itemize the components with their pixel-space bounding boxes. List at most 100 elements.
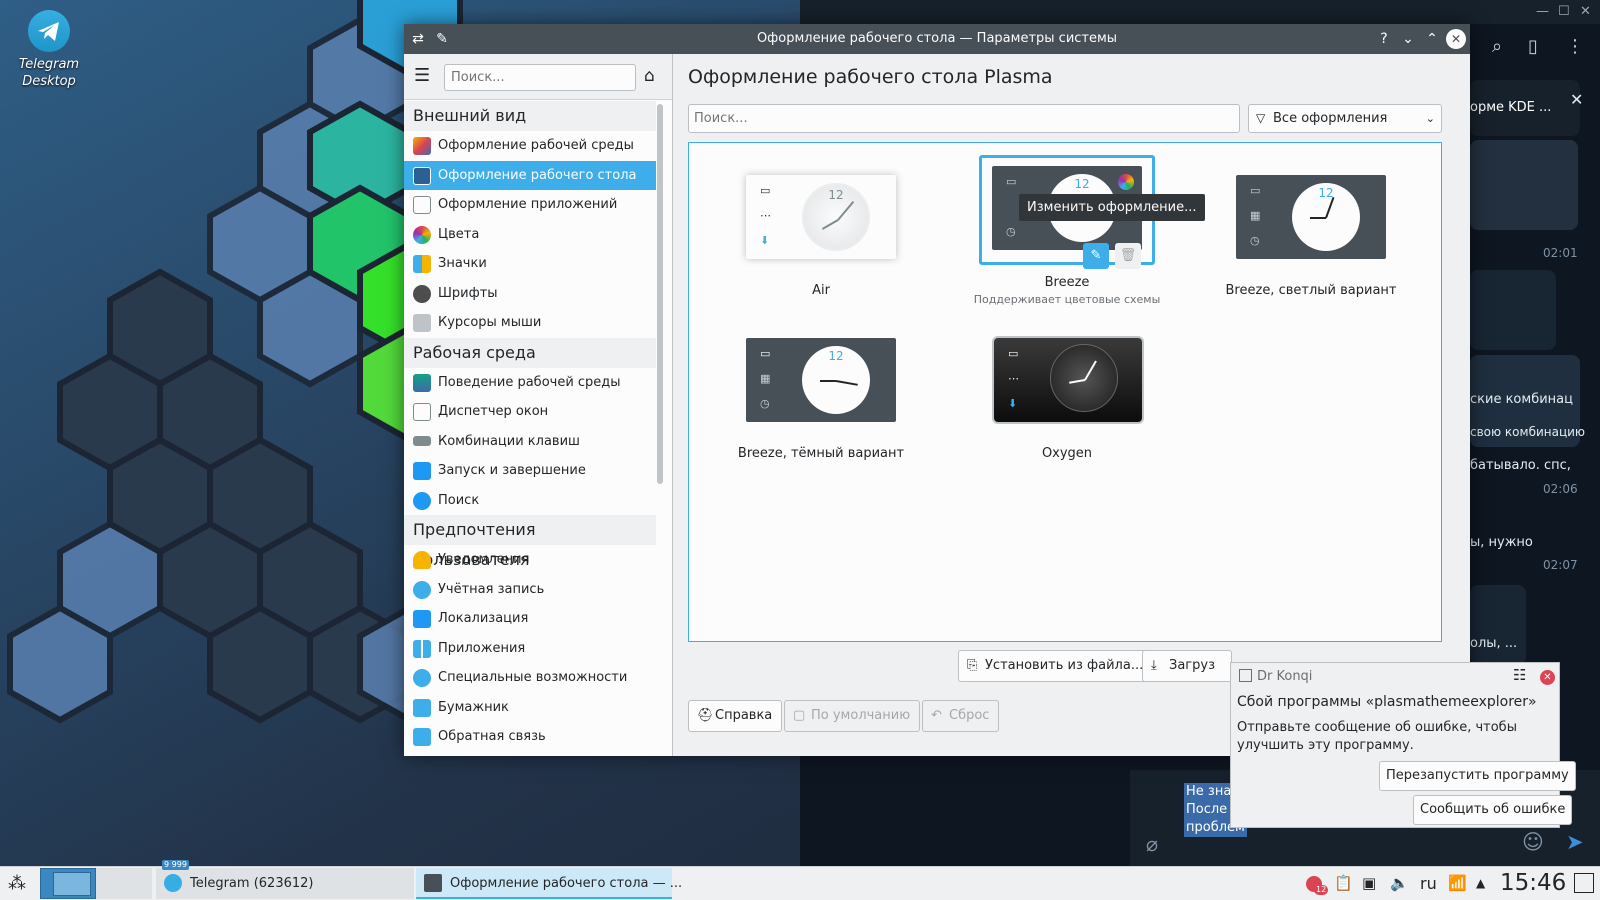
theme-item-air[interactable]: ▭ ⋯ ⬇ 12 Air	[701, 163, 941, 303]
monitor-icon: ▭	[1250, 184, 1261, 197]
hamburger-menu-icon[interactable]: ☰	[414, 67, 430, 85]
minimize-icon[interactable]: —	[1536, 4, 1549, 19]
task-label: Telegram (623612)	[190, 876, 314, 891]
theme-item-breeze[interactable]: ▭ ◷ 12 ✎ 🗑 Breeze Поддерживает цветовые …	[947, 163, 1187, 306]
pager-desktop-2[interactable]	[96, 868, 152, 899]
telegram-desktop-shortcut[interactable]: Telegram Desktop	[14, 10, 84, 90]
app-launcher-icon[interactable]: ⁂	[8, 873, 26, 894]
sidebar-search-input[interactable]	[444, 64, 636, 91]
sidebar-item-cursors[interactable]: Курсоры мыши	[404, 308, 656, 338]
search-icon[interactable]: ⌕	[1492, 36, 1502, 57]
icons-icon	[413, 255, 431, 273]
taskbar-clock[interactable]: 15:46	[1500, 870, 1566, 896]
restart-app-button[interactable]: Перезапустить программу	[1379, 761, 1576, 791]
sidebar-item-search[interactable]: Поиск	[404, 486, 656, 516]
defaults-button[interactable]: ▢ По умолчанию	[784, 700, 921, 732]
help-icon[interactable]: ?	[1374, 29, 1394, 49]
sidebar-item-desktop-theme[interactable]: Оформление рабочего стола	[404, 160, 656, 190]
sidebar-category-personalization: Предпочтения пользователя	[404, 515, 656, 569]
report-bug-button[interactable]: Сообщить об ошибке	[1413, 795, 1573, 825]
more-icon[interactable]: ⋮	[1566, 36, 1584, 57]
search-icon	[413, 491, 431, 510]
sidebar-item-apps[interactable]: Приложения	[404, 634, 656, 664]
volume-icon[interactable]: 🔈	[1390, 874, 1409, 892]
emoji-icon[interactable]: ☺	[1522, 830, 1544, 854]
theme-item-breeze-light[interactable]: ▭ ▦ ◷ 12 Breeze, светлый вариант	[1191, 163, 1431, 303]
task-system-settings[interactable]: Оформление рабочего стола — ...	[416, 868, 682, 899]
sidebar-category-appearance: Внешний вид	[404, 101, 656, 131]
sidebar-item-locale[interactable]: Локализация	[404, 604, 656, 634]
sidebar-item-shortcuts[interactable]: Комбинации клавиш	[404, 427, 656, 457]
task-telegram[interactable]: 9 999 Telegram (623612)	[156, 860, 414, 899]
accessibility-icon	[413, 669, 431, 687]
wifi-icon[interactable]: 📶	[1448, 874, 1467, 892]
theme-filter-dropdown[interactable]: ▽ Все оформления ⌄	[1248, 104, 1442, 133]
configure-icon[interactable]: ☷	[1513, 666, 1526, 684]
help-button[interactable]: ⛑ Справка	[688, 700, 783, 732]
window-titlebar[interactable]: ⇄ ✎ Оформление рабочего стола — Параметр…	[404, 24, 1470, 54]
install-from-file-button[interactable]: ⎘ Установить из файла...	[958, 650, 1154, 682]
app-icon	[1239, 669, 1252, 682]
sidebar-item-startup[interactable]: Запуск и завершение	[404, 456, 656, 486]
sidebar-item-app-style[interactable]: Оформление приложений	[404, 190, 656, 220]
sidebar-item-fonts[interactable]: Шрифты	[404, 279, 656, 309]
tray-expand-icon[interactable]: ▲	[1476, 876, 1485, 890]
monitor-icon: ▭	[1006, 175, 1017, 188]
theme-name: Air	[812, 283, 830, 298]
attach-icon[interactable]: ⌀	[1146, 832, 1158, 856]
theme-preview: ▭ ▦ ◷ 12	[1236, 175, 1386, 259]
maximize-icon[interactable]: ⌃	[1422, 29, 1442, 49]
virtual-desktop-pager[interactable]	[40, 868, 152, 899]
sidebar-item-user[interactable]: Учётная запись	[404, 575, 656, 605]
sidebar-item-label: Шрифты	[438, 285, 498, 301]
desktop-icon-label: Telegram Desktop	[18, 57, 80, 89]
sidebar-item-feedback[interactable]: Обратная связь	[404, 722, 656, 752]
theme-subtitle: Поддерживает цветовые схемы	[973, 293, 1161, 306]
edit-theme-button[interactable]: ✎	[1083, 243, 1109, 269]
sidebar-item-notifications[interactable]: Уведомления	[404, 545, 656, 575]
sidebar-toggle-icon[interactable]: ▯	[1528, 36, 1538, 57]
close-icon[interactable]: ✕	[1580, 4, 1591, 19]
clipboard-icon[interactable]: 📋	[1334, 874, 1353, 892]
chevron-down-icon: ⌄	[1425, 112, 1435, 125]
sidebar-scrollbar[interactable]	[657, 104, 663, 484]
minimize-icon[interactable]: ⌄	[1398, 29, 1418, 49]
theme-name: Breeze	[1044, 275, 1090, 290]
sidebar-item-workspace-behavior[interactable]: Поведение рабочей среды	[404, 368, 656, 398]
tray-notification-badge: 12	[1314, 885, 1329, 895]
settings-window-icon	[424, 874, 442, 892]
pager-desktop-1[interactable]	[40, 868, 96, 899]
screenshot-icon[interactable]: ▣	[1362, 874, 1376, 892]
history-icon: ◷	[1250, 234, 1260, 247]
pencil-icon: ✎	[1090, 248, 1102, 263]
sidebar-item-label: Курсоры мыши	[438, 315, 542, 330]
home-icon[interactable]: ⌂	[644, 66, 655, 86]
theme-preview: ▭ ⋯ ⬇	[992, 336, 1144, 424]
sidebar-item-workspace-theme[interactable]: Оформление рабочей среды	[404, 131, 656, 161]
button-label: Установить из файла...	[985, 658, 1144, 673]
close-icon[interactable]: ✕	[1570, 90, 1583, 109]
delete-theme-button[interactable]: 🗑	[1115, 243, 1141, 269]
sidebar-item-label: Локализация	[438, 611, 529, 626]
clock-preview: 12	[1292, 183, 1360, 251]
keyboard-layout-indicator[interactable]: ru	[1420, 874, 1437, 893]
sidebar-item-accessibility[interactable]: Специальные возможности	[404, 663, 656, 693]
theme-item-oxygen[interactable]: ▭ ⋯ ⬇ Oxygen	[947, 326, 1187, 466]
maximize-icon[interactable]: ☐	[1558, 4, 1570, 19]
send-icon[interactable]: ➤	[1566, 830, 1584, 854]
reset-button[interactable]: ↶ Сброс	[922, 700, 1000, 732]
download-icon: ⬇	[760, 234, 770, 247]
sidebar-item-label: Значки	[438, 256, 487, 271]
close-icon[interactable]: ✕	[1446, 29, 1466, 49]
settings-content: Оформление рабочего стола Plasma ▽ Все о…	[674, 54, 1470, 756]
sidebar-item-window-manager[interactable]: Диспетчер окон	[404, 397, 656, 427]
sidebar-item-colors[interactable]: Цвета	[404, 220, 656, 250]
download-themes-button[interactable]: ⤓ Загруз	[1142, 650, 1232, 682]
theme-item-breeze-dark[interactable]: ▭ ▦ ◷ 12 Breeze, тёмный вариант	[701, 326, 941, 466]
close-icon[interactable]: ✕	[1540, 670, 1555, 685]
show-desktop-icon[interactable]	[1574, 873, 1594, 893]
sidebar-item-icons[interactable]: Значки	[404, 249, 656, 279]
settings-sidebar: ☰ ⌂ Внешний вид Оформление рабочей среды…	[404, 54, 673, 756]
sidebar-item-wallet[interactable]: Бумажник	[404, 693, 656, 723]
theme-search-input[interactable]	[688, 104, 1240, 133]
